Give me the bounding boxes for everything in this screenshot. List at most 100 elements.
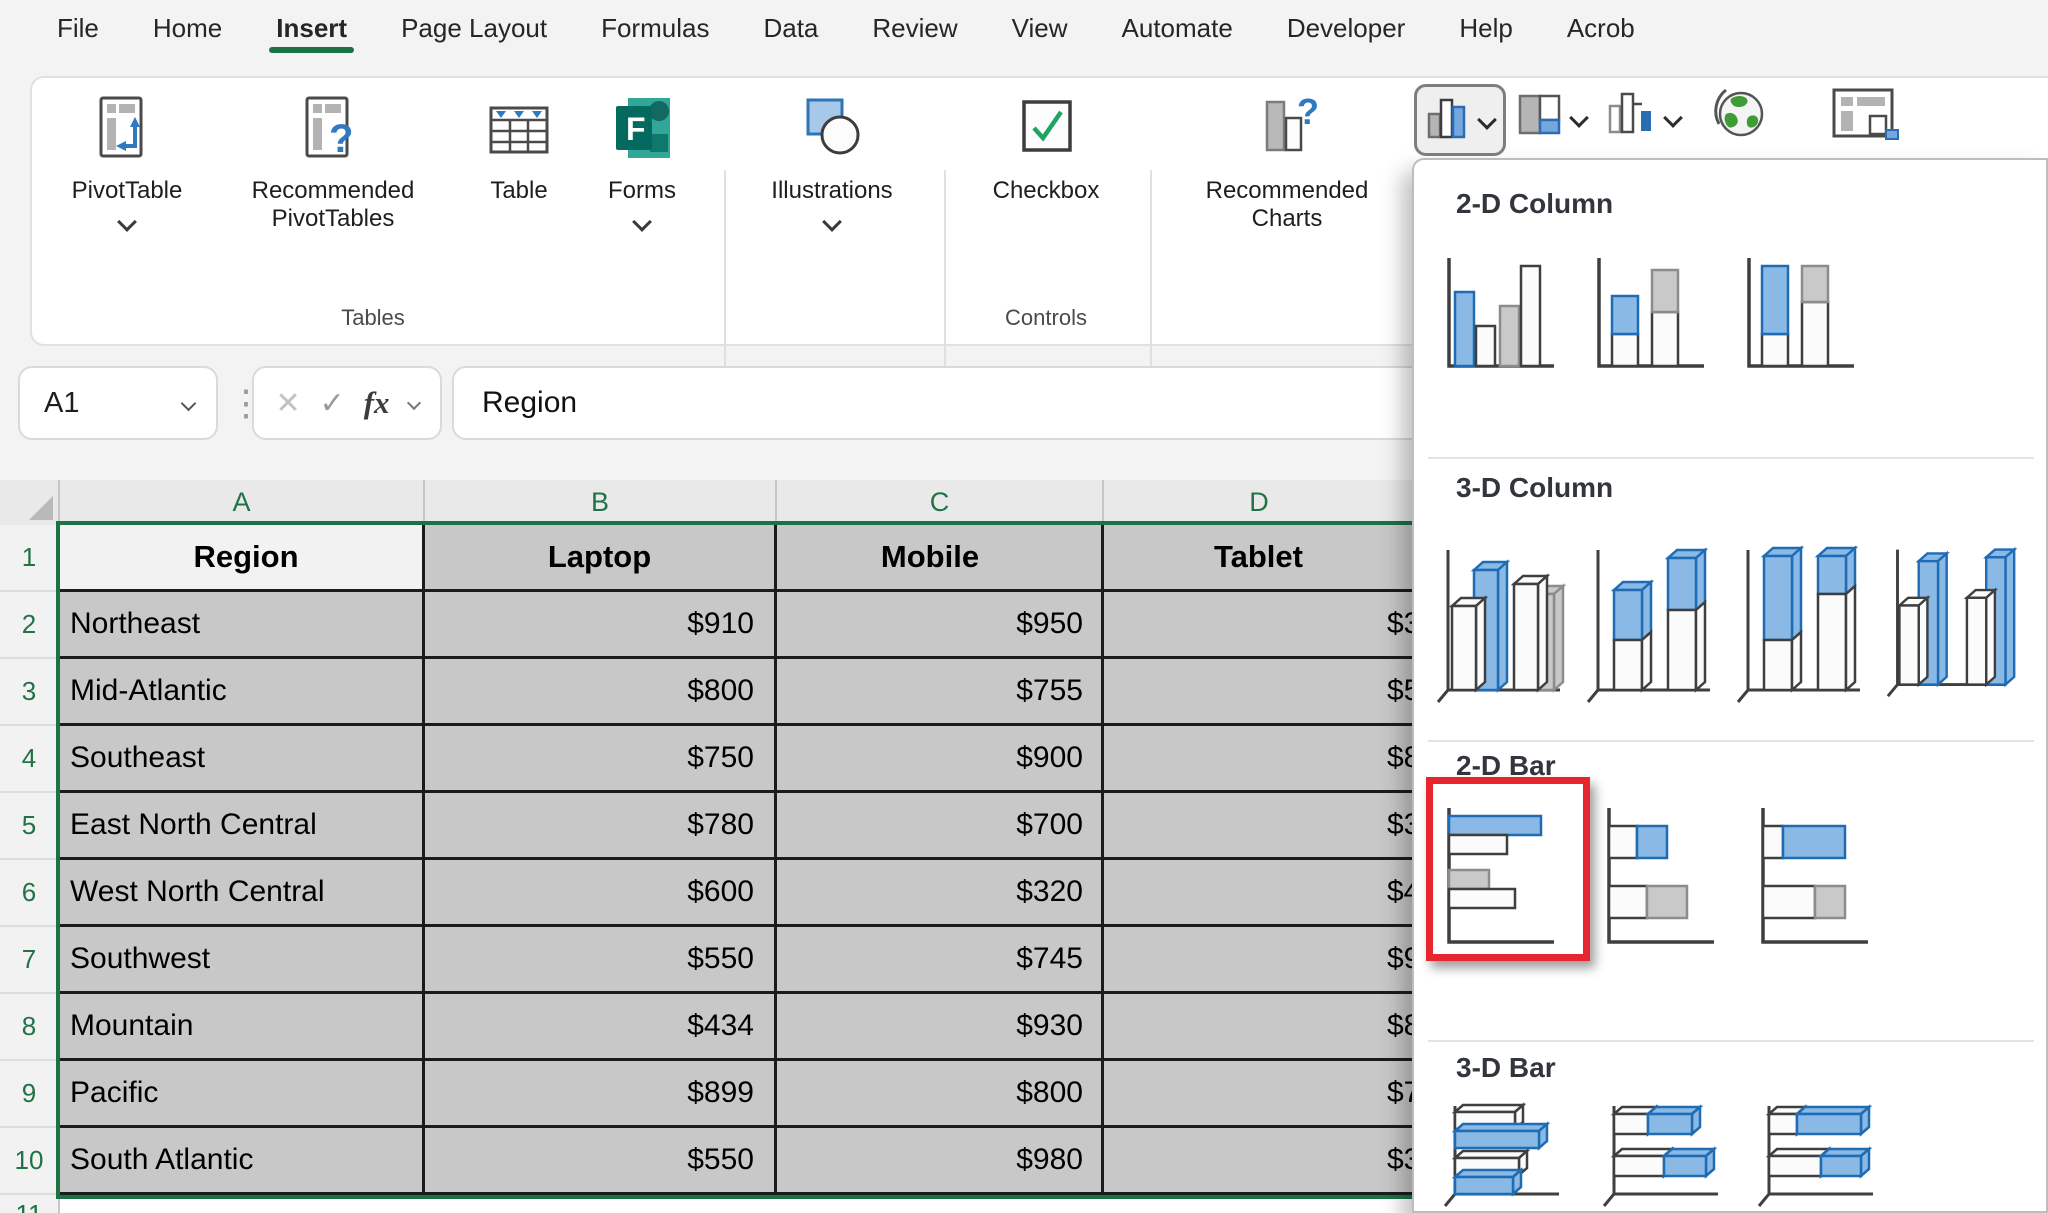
chart-type-3d-column-icon[interactable] bbox=[1884, 538, 2019, 710]
table-button[interactable]: Table bbox=[459, 96, 579, 205]
cell-A3[interactable]: Mid-Atlantic bbox=[60, 659, 425, 726]
insert-waterfall-chart-button[interactable] bbox=[1608, 92, 1680, 143]
menu-tab-developer[interactable]: Developer bbox=[1260, 0, 1433, 56]
cell-text: West North Central bbox=[70, 875, 325, 909]
menu-tab-data[interactable]: Data bbox=[736, 0, 845, 56]
menu-tab-automate[interactable]: Automate bbox=[1095, 0, 1260, 56]
cell-B8[interactable]: $434 bbox=[425, 994, 777, 1061]
cell-C3[interactable]: $755 bbox=[777, 659, 1104, 726]
column-header-C[interactable]: C bbox=[777, 480, 1104, 525]
cell-B3[interactable]: $800 bbox=[425, 659, 777, 726]
menu-tab-view[interactable]: View bbox=[985, 0, 1095, 56]
row-header-10[interactable]: 10 bbox=[0, 1128, 58, 1195]
row-header-9[interactable]: 9 bbox=[0, 1061, 58, 1128]
recommended-charts-button[interactable]: ? Recommended Charts bbox=[1172, 96, 1402, 232]
cell-C6[interactable]: $320 bbox=[777, 860, 1104, 927]
cell-C2[interactable]: $950 bbox=[777, 592, 1104, 659]
row-header-11[interactable]: 11 bbox=[0, 1195, 58, 1213]
cancel-icon[interactable]: ✕ bbox=[275, 386, 300, 421]
chart-type-stacked-bar-icon[interactable] bbox=[1600, 802, 1718, 954]
insert-column-chart-button[interactable] bbox=[1414, 84, 1506, 156]
recommended-pivottables-button[interactable]: ? Recommended PivotTables bbox=[218, 96, 448, 232]
chart-type-stacked-column-icon[interactable] bbox=[1590, 252, 1708, 378]
cell-A9[interactable]: Pacific bbox=[60, 1061, 425, 1128]
name-box[interactable]: A1 bbox=[18, 366, 218, 440]
cell-B7[interactable]: $550 bbox=[425, 927, 777, 994]
cell-D5[interactable]: $3 bbox=[1104, 793, 1416, 860]
forms-button[interactable]: F Forms bbox=[582, 96, 702, 229]
row-header-7[interactable]: 7 bbox=[0, 927, 58, 994]
insert-hierarchy-chart-button[interactable] bbox=[1518, 94, 1586, 141]
chart-type-clustered-bar-icon[interactable] bbox=[1440, 802, 1558, 954]
cell-A10[interactable]: South Atlantic bbox=[60, 1128, 425, 1195]
cell-A1[interactable]: Region bbox=[60, 525, 425, 592]
cell-A5[interactable]: East North Central bbox=[60, 793, 425, 860]
cell-C7[interactable]: $745 bbox=[777, 927, 1104, 994]
row-header-2[interactable]: 2 bbox=[0, 592, 58, 659]
cell-A4[interactable]: Southeast bbox=[60, 726, 425, 793]
cell-B2[interactable]: $910 bbox=[425, 592, 777, 659]
cell-C8[interactable]: $930 bbox=[777, 994, 1104, 1061]
cell-A6[interactable]: West North Central bbox=[60, 860, 425, 927]
cell-D2[interactable]: $3 bbox=[1104, 592, 1416, 659]
cell-B1[interactable]: Laptop bbox=[425, 525, 777, 592]
row-header-1[interactable]: 1 bbox=[0, 525, 58, 592]
cell-B9[interactable]: $899 bbox=[425, 1061, 777, 1128]
chart-type-3d-100-stacked-column-icon[interactable] bbox=[1734, 538, 1869, 710]
chevron-down-icon[interactable] bbox=[406, 396, 420, 410]
chart-type-clustered-column-icon[interactable] bbox=[1440, 252, 1558, 378]
cell-C4[interactable]: $900 bbox=[777, 726, 1104, 793]
menu-tab-help[interactable]: Help bbox=[1432, 0, 1539, 56]
menu-tab-formulas[interactable]: Formulas bbox=[574, 0, 736, 56]
cell-D3[interactable]: $5 bbox=[1104, 659, 1416, 726]
row-header-6[interactable]: 6 bbox=[0, 860, 58, 927]
select-all-corner[interactable] bbox=[0, 480, 60, 525]
row-header-5[interactable]: 5 bbox=[0, 793, 58, 860]
checkbox-button[interactable]: Checkbox bbox=[956, 96, 1136, 205]
cell-B5[interactable]: $780 bbox=[425, 793, 777, 860]
menu-tab-home[interactable]: Home bbox=[126, 0, 249, 56]
cell-B10[interactable]: $550 bbox=[425, 1128, 777, 1195]
chart-type-3d-clustered-bar-icon[interactable] bbox=[1437, 1098, 1567, 1213]
chart-type-3d-stacked-column-icon[interactable] bbox=[1584, 538, 1719, 710]
chart-type-3d-clustered-column-icon[interactable] bbox=[1434, 538, 1569, 710]
pivottable-button[interactable]: PivotTable bbox=[37, 96, 217, 229]
menu-tab-file[interactable]: File bbox=[30, 0, 126, 56]
cell-A2[interactable]: Northeast bbox=[60, 592, 425, 659]
cell-C10[interactable]: $980 bbox=[777, 1128, 1104, 1195]
chart-type-100-stacked-column-icon[interactable] bbox=[1740, 252, 1858, 378]
menu-tab-insert[interactable]: Insert bbox=[249, 0, 374, 56]
chart-type-3d-100-stacked-bar-icon[interactable] bbox=[1751, 1098, 1881, 1213]
cell-B4[interactable]: $750 bbox=[425, 726, 777, 793]
menu-tab-page-layout[interactable]: Page Layout bbox=[374, 0, 574, 56]
cell-C1[interactable]: Mobile bbox=[777, 525, 1104, 592]
cell-D1[interactable]: Tablet bbox=[1104, 525, 1416, 592]
cell-D10[interactable]: $3 bbox=[1104, 1128, 1416, 1195]
cell-A8[interactable]: Mountain bbox=[60, 994, 425, 1061]
insert-function-icon[interactable]: fx bbox=[364, 385, 390, 421]
cell-C5[interactable]: $700 bbox=[777, 793, 1104, 860]
chart-type-3d-stacked-bar-icon[interactable] bbox=[1596, 1098, 1726, 1213]
enter-icon[interactable]: ✓ bbox=[320, 386, 345, 421]
column-header-A[interactable]: A bbox=[60, 480, 425, 525]
cell-C9[interactable]: $800 bbox=[777, 1061, 1104, 1128]
cell-D7[interactable]: $9 bbox=[1104, 927, 1416, 994]
cell-D9[interactable]: $7 bbox=[1104, 1061, 1416, 1128]
cell-B6[interactable]: $600 bbox=[425, 860, 777, 927]
cell-D8[interactable]: $8 bbox=[1104, 994, 1416, 1061]
pivotchart-button[interactable] bbox=[1832, 88, 1902, 149]
menu-tab-review[interactable]: Review bbox=[845, 0, 984, 56]
column-header-D[interactable]: D bbox=[1104, 480, 1416, 525]
cell-D6[interactable]: $4 bbox=[1104, 860, 1416, 927]
row-header-4[interactable]: 4 bbox=[0, 726, 58, 793]
row-header-3[interactable]: 3 bbox=[0, 659, 58, 726]
row-header-8[interactable]: 8 bbox=[0, 994, 58, 1061]
menu-tab-acrob[interactable]: Acrob bbox=[1540, 0, 1662, 56]
cell-D4[interactable]: $8 bbox=[1104, 726, 1416, 793]
insert-map-chart-button[interactable] bbox=[1712, 86, 1768, 147]
cell-A7[interactable]: Southwest bbox=[60, 927, 425, 994]
cell-text: East North Central bbox=[70, 808, 317, 842]
illustrations-button[interactable]: Illustrations bbox=[742, 96, 922, 229]
column-header-B[interactable]: B bbox=[425, 480, 777, 525]
chart-type-100-stacked-bar-icon[interactable] bbox=[1754, 802, 1872, 954]
